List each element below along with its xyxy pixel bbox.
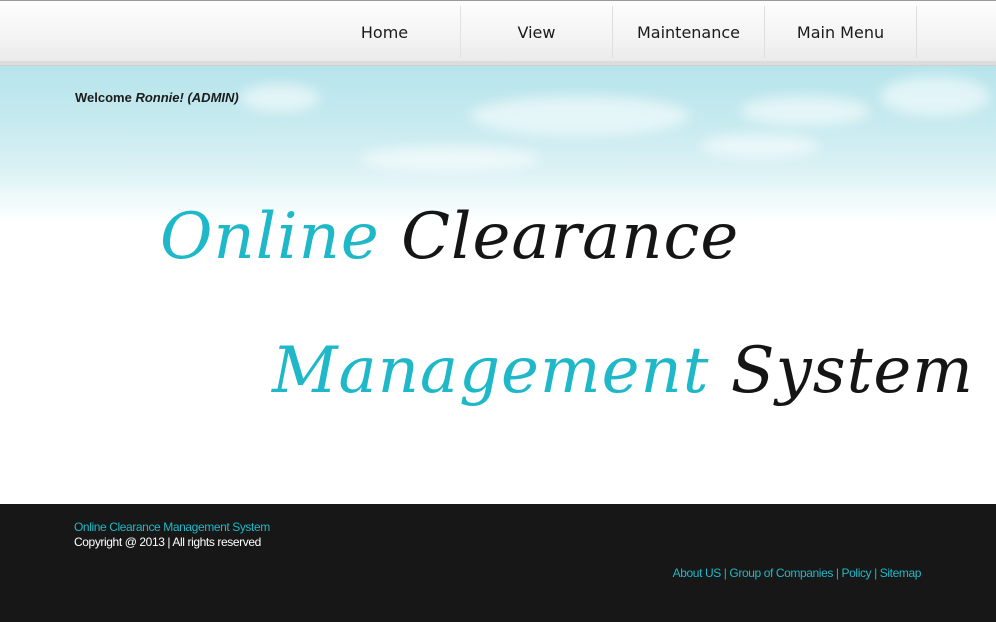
title-word-system: System bbox=[730, 334, 974, 408]
welcome-username: Ronnie! (ADMIN) bbox=[135, 90, 239, 105]
footer-copyright: Copyright @ 2013 | All rights reserved bbox=[74, 535, 261, 549]
footer-link-sitemap[interactable]: Sitemap bbox=[880, 566, 922, 580]
footer-link-separator: | bbox=[874, 566, 877, 580]
nav-item-maintenance[interactable]: Maintenance bbox=[613, 6, 765, 58]
footer-links: About US | Group of Companies | Policy |… bbox=[673, 566, 922, 580]
nav-item-home[interactable]: Home bbox=[309, 6, 461, 58]
footer-link-about-us[interactable]: About US bbox=[673, 566, 722, 580]
title-word-management: Management bbox=[272, 334, 710, 408]
nav-bottom-shade bbox=[0, 61, 996, 65]
footer-link-separator: | bbox=[835, 566, 839, 580]
welcome-message: Welcome Ronnie! (ADMIN) bbox=[75, 90, 239, 105]
footer-site-name: Online Clearance Management System bbox=[74, 520, 270, 534]
nav-item-main-menu[interactable]: Main Menu bbox=[765, 6, 917, 58]
sky-cloud bbox=[740, 96, 870, 126]
main-nav: Home View Maintenance Main Menu bbox=[309, 6, 917, 58]
sky-cloud bbox=[700, 134, 820, 158]
footer: Online Clearance Management System Copyr… bbox=[0, 504, 996, 622]
sky-cloud bbox=[470, 96, 690, 136]
sky-cloud bbox=[240, 84, 320, 112]
page: Home View Maintenance Main Menu Welcome … bbox=[0, 0, 996, 622]
top-navigation-bar: Home View Maintenance Main Menu bbox=[0, 0, 996, 66]
hero-banner: Welcome Ronnie! (ADMIN) Online Clearance… bbox=[0, 66, 996, 504]
system-title-line-1: Online Clearance bbox=[160, 200, 739, 274]
footer-link-group-of-companies[interactable]: Group of Companies bbox=[729, 566, 833, 580]
welcome-prefix: Welcome bbox=[75, 90, 132, 105]
nav-item-view[interactable]: View bbox=[461, 6, 613, 58]
footer-link-separator: | bbox=[723, 566, 727, 580]
title-word-online: Online bbox=[160, 200, 380, 274]
sky-cloud bbox=[880, 76, 990, 116]
footer-link-policy[interactable]: Policy bbox=[842, 566, 872, 580]
sky-cloud bbox=[360, 146, 540, 172]
system-title-line-2: Management System bbox=[272, 334, 974, 408]
title-word-clearance: Clearance bbox=[401, 200, 740, 274]
